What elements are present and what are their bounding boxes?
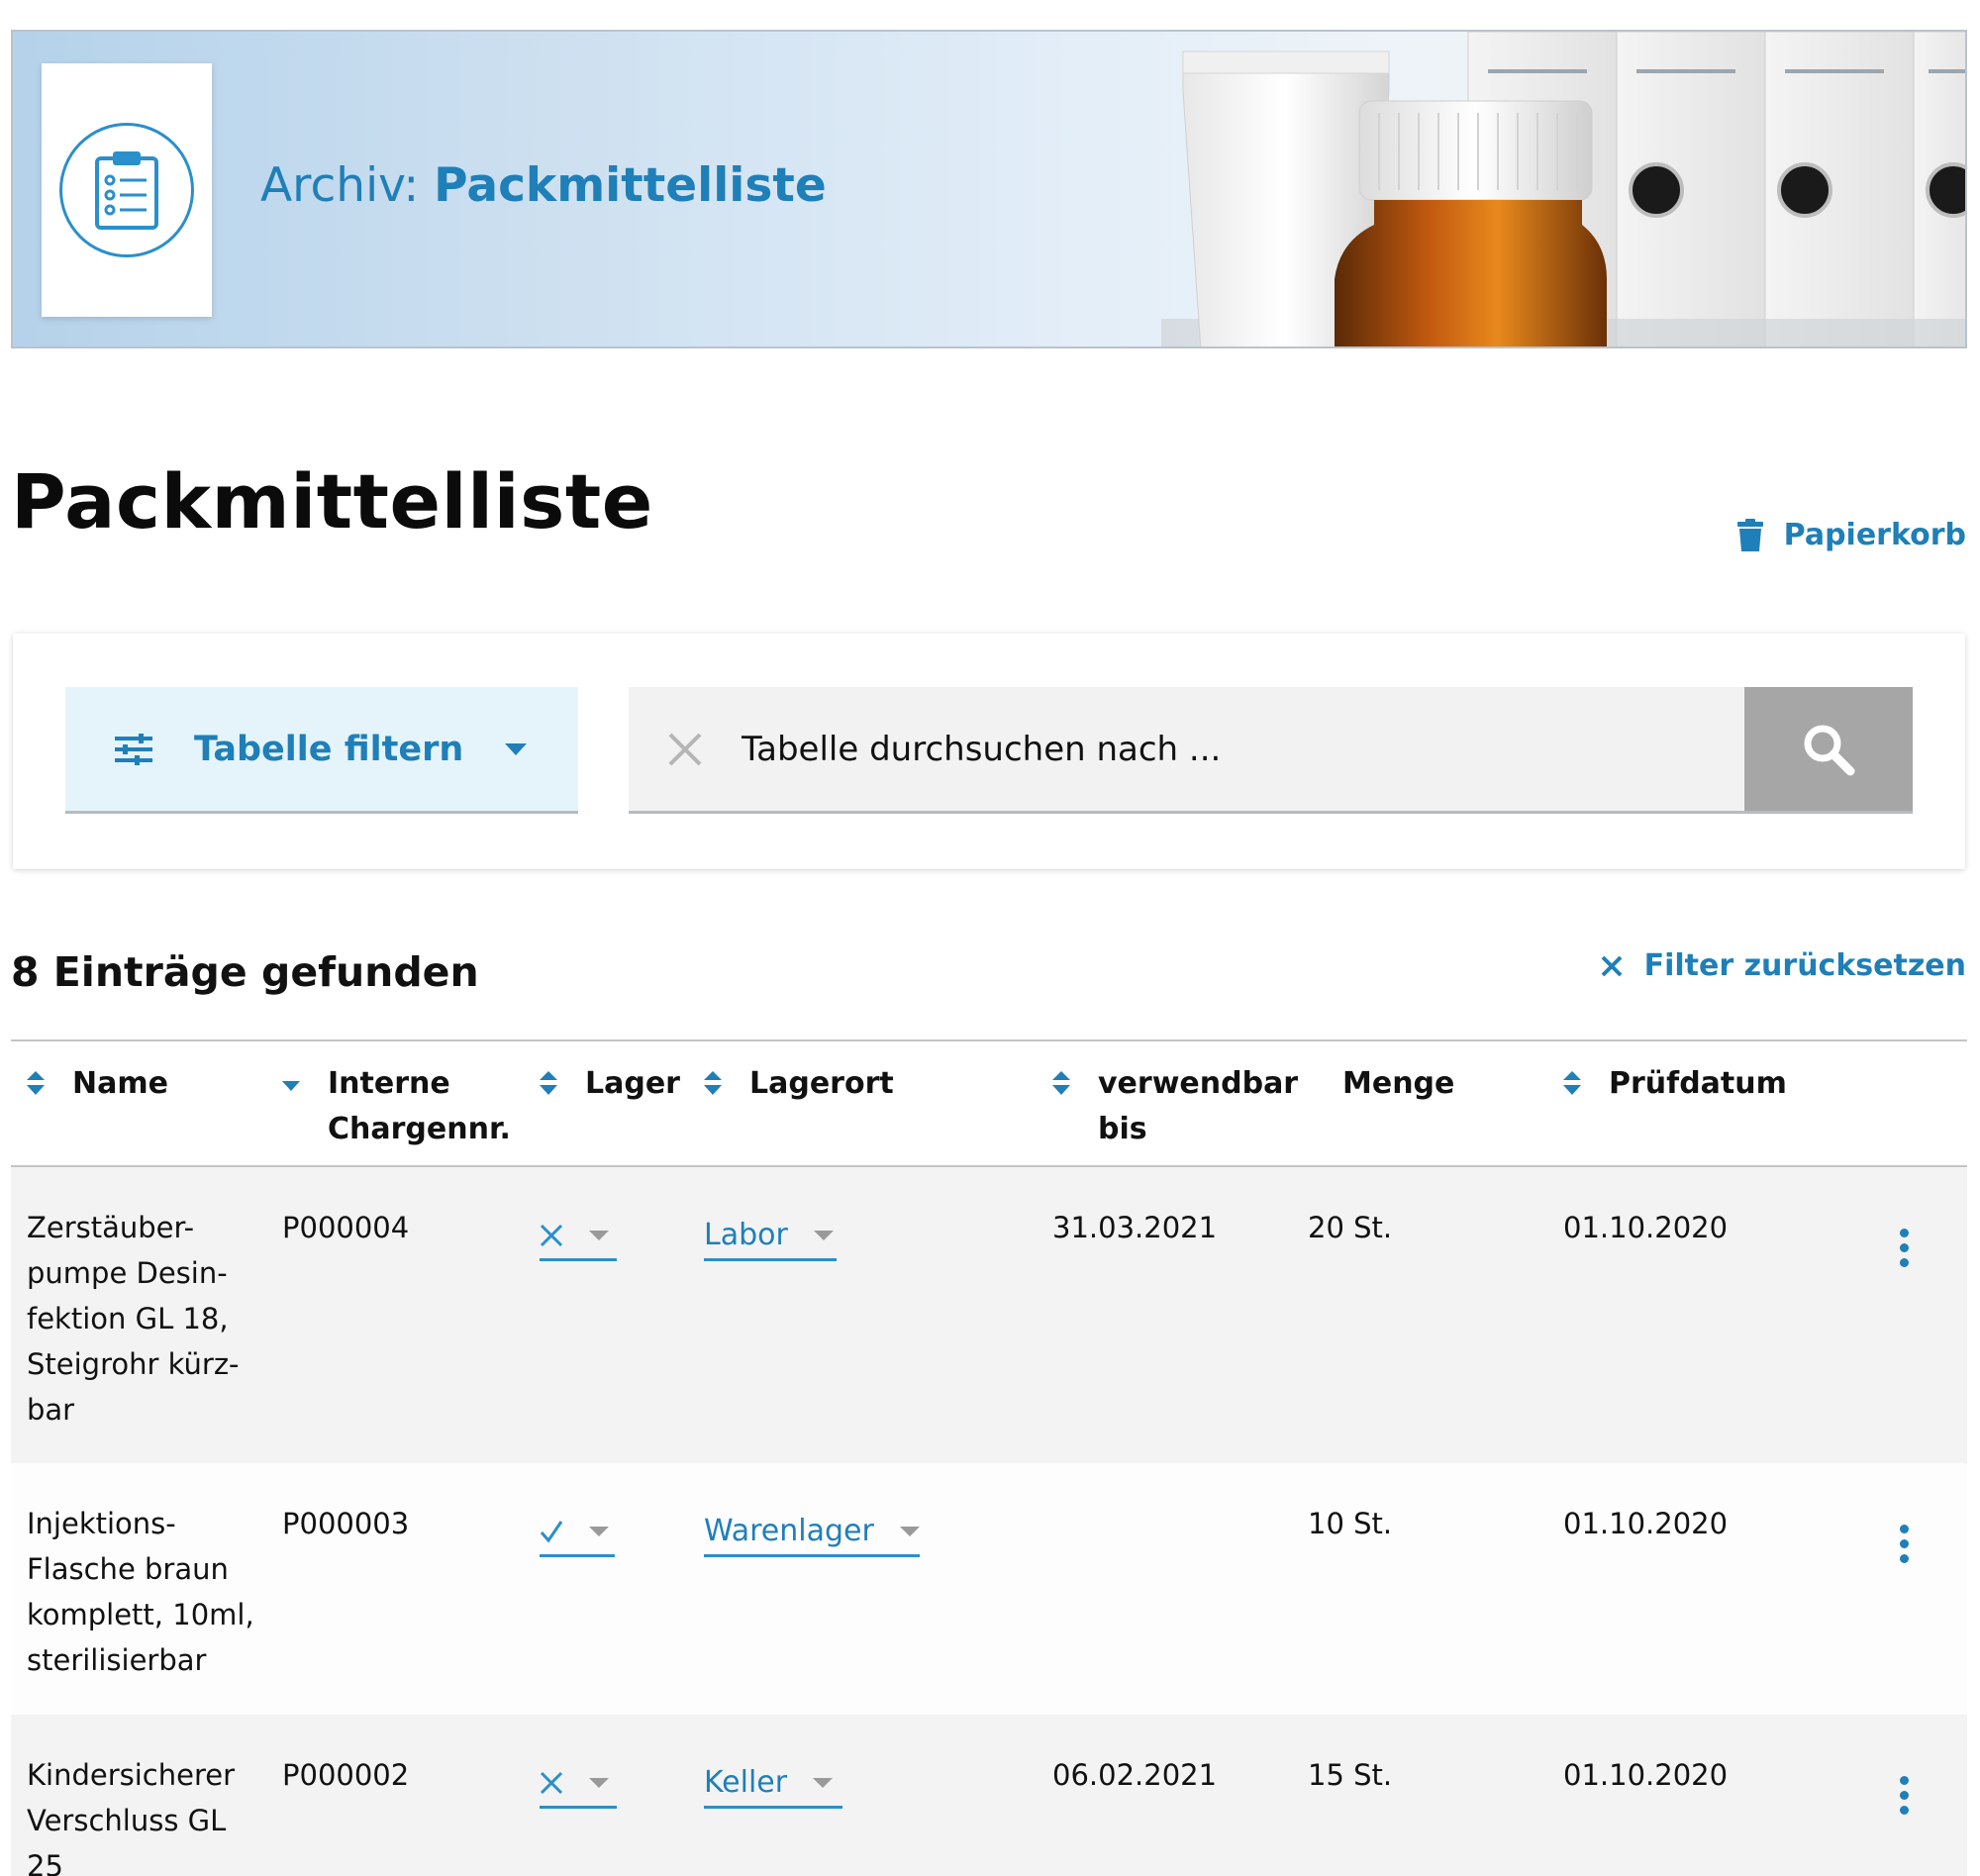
sliders-icon [115, 733, 152, 765]
page-title: Packmittelliste [11, 457, 653, 545]
column-header-location-label: Lagerort [749, 1066, 894, 1101]
clipboard-list-icon [59, 123, 194, 257]
column-header-batch-line2: Chargennr. [328, 1112, 511, 1146]
table-search-input[interactable] [742, 729, 1712, 769]
cell-name-line: komplett, 10ml, [27, 1598, 254, 1631]
banner-title: Archiv: Packmittelliste [260, 158, 827, 213]
row-actions-menu-icon[interactable] [1896, 1521, 1913, 1567]
column-header-batch[interactable]: Interne Chargennr. [282, 1061, 511, 1152]
column-header-usable-line1: verwendbar [1098, 1066, 1299, 1101]
cell-batch: P000003 [282, 1507, 410, 1540]
result-count: 8 Einträge gefunden [11, 948, 479, 996]
sort-descending-icon [282, 1081, 300, 1091]
cross-icon [540, 1224, 563, 1247]
column-header-test-date-label: Prüfdatum [1609, 1066, 1787, 1101]
column-header-location[interactable]: Lagerort [704, 1061, 894, 1107]
cell-name: Zerstäuber- pumpe Desin- fektion GL 18, … [27, 1205, 240, 1432]
packaging-table: Name Interne Chargennr. Lager Lagerort v… [11, 1039, 1967, 1876]
cell-name-line: 25 [27, 1849, 63, 1876]
cell-test-date: 01.10.2020 [1563, 1507, 1729, 1540]
cell-name-line: Kindersicherer [27, 1758, 236, 1792]
table-filter-label: Tabelle filtern [194, 729, 464, 769]
sort-icon [704, 1071, 722, 1095]
search-icon [1804, 725, 1855, 775]
page-banner: Archiv: Packmittelliste [11, 30, 1967, 348]
reset-filter-label: Filter zurücksetzen [1643, 948, 1966, 983]
location-dropdown-value: Warenlager [704, 1514, 874, 1548]
table-header: Name Interne Chargennr. Lager Lagerort v… [11, 1039, 1967, 1167]
storage-dropdown[interactable] [540, 1212, 617, 1261]
sort-icon [1563, 1071, 1581, 1095]
column-header-quantity-label: Menge [1342, 1066, 1455, 1101]
cross-icon [540, 1771, 563, 1795]
check-icon [540, 1520, 563, 1543]
trash-link[interactable]: Papierkorb [1736, 518, 1966, 552]
location-dropdown[interactable]: Keller [704, 1759, 842, 1809]
banner-title-prefix: Archiv: [260, 158, 420, 213]
location-dropdown-value: Keller [704, 1765, 788, 1800]
caret-down-icon [813, 1777, 834, 1788]
column-header-batch-line1: Interne [328, 1066, 450, 1101]
cell-usable-until: 06.02.2021 [1052, 1758, 1218, 1792]
cell-name-line: Flasche braun [27, 1552, 229, 1586]
clear-icon[interactable] [668, 733, 702, 766]
cell-quantity: 20 St. [1308, 1211, 1393, 1244]
location-dropdown[interactable]: Warenlager [704, 1508, 920, 1557]
cell-batch: P000002 [282, 1758, 410, 1792]
caret-down-icon [505, 742, 527, 755]
trash-link-label: Papierkorb [1783, 518, 1966, 552]
column-header-usable-line2: bis [1098, 1112, 1147, 1146]
search-button[interactable] [1744, 687, 1913, 811]
caret-down-icon [589, 1777, 609, 1788]
cell-usable-until: 31.03.2021 [1052, 1211, 1218, 1244]
column-header-usable-until[interactable]: verwendbar bis [1052, 1061, 1298, 1152]
column-header-test-date[interactable]: Prüfdatum [1563, 1061, 1787, 1107]
filter-panel: Tabelle filtern [13, 634, 1965, 869]
trash-icon [1736, 518, 1763, 551]
sort-icon [1052, 1071, 1070, 1095]
column-header-quantity: Menge [1342, 1061, 1454, 1107]
cell-batch: P000004 [282, 1211, 410, 1244]
cell-quantity: 10 St. [1308, 1507, 1393, 1540]
cell-name-line: sterilisierbar [27, 1643, 207, 1677]
caret-down-icon [899, 1526, 920, 1536]
row-actions-menu-icon[interactable] [1896, 1772, 1913, 1819]
cell-name-line: Injektions- [27, 1507, 176, 1540]
reset-filter-link[interactable]: Filter zurücksetzen [1601, 948, 1966, 983]
column-header-storage[interactable]: Lager [540, 1061, 680, 1107]
cell-name-line: Zerstäuber- [27, 1211, 195, 1244]
cell-quantity: 15 St. [1308, 1758, 1393, 1792]
caret-down-icon [589, 1230, 609, 1240]
cell-name: Injektions- Flasche braun komplett, 10ml… [27, 1501, 254, 1683]
banner-logo [42, 63, 212, 317]
table-row: Injektions- Flasche braun komplett, 10ml… [11, 1463, 1967, 1715]
sort-icon [540, 1071, 557, 1095]
row-actions-menu-icon[interactable] [1896, 1225, 1913, 1271]
column-header-name[interactable]: Name [27, 1061, 168, 1107]
cell-test-date: 01.10.2020 [1563, 1758, 1729, 1792]
cell-name-line: fektion GL 18, [27, 1302, 229, 1335]
column-header-name-label: Name [72, 1066, 168, 1101]
banner-product-image [1161, 32, 1965, 346]
caret-down-icon [813, 1230, 834, 1240]
location-dropdown-value: Labor [704, 1218, 788, 1252]
sort-icon [27, 1071, 45, 1095]
table-search [629, 687, 1913, 814]
table-row: Kindersicherer Verschluss GL 25 P000002 … [11, 1715, 1967, 1876]
table-filter-button[interactable]: Tabelle filtern [65, 687, 578, 814]
cell-name-line: bar [27, 1393, 75, 1427]
caret-down-icon [589, 1526, 609, 1536]
column-header-storage-label: Lager [585, 1066, 680, 1101]
cell-name: Kindersicherer Verschluss GL 25 [27, 1752, 235, 1876]
cell-name-line: pumpe Desin- [27, 1256, 228, 1290]
cell-name-line: Steigrohr kürz- [27, 1347, 240, 1381]
location-dropdown[interactable]: Labor [704, 1212, 837, 1261]
table-row: Zerstäuber- pumpe Desin- fektion GL 18, … [11, 1167, 1967, 1463]
banner-title-main: Packmittelliste [434, 158, 827, 213]
close-icon [1601, 955, 1623, 976]
storage-dropdown[interactable] [540, 1508, 615, 1557]
cell-name-line: Verschluss GL [27, 1804, 227, 1837]
cell-test-date: 01.10.2020 [1563, 1211, 1729, 1244]
storage-dropdown[interactable] [540, 1759, 617, 1809]
